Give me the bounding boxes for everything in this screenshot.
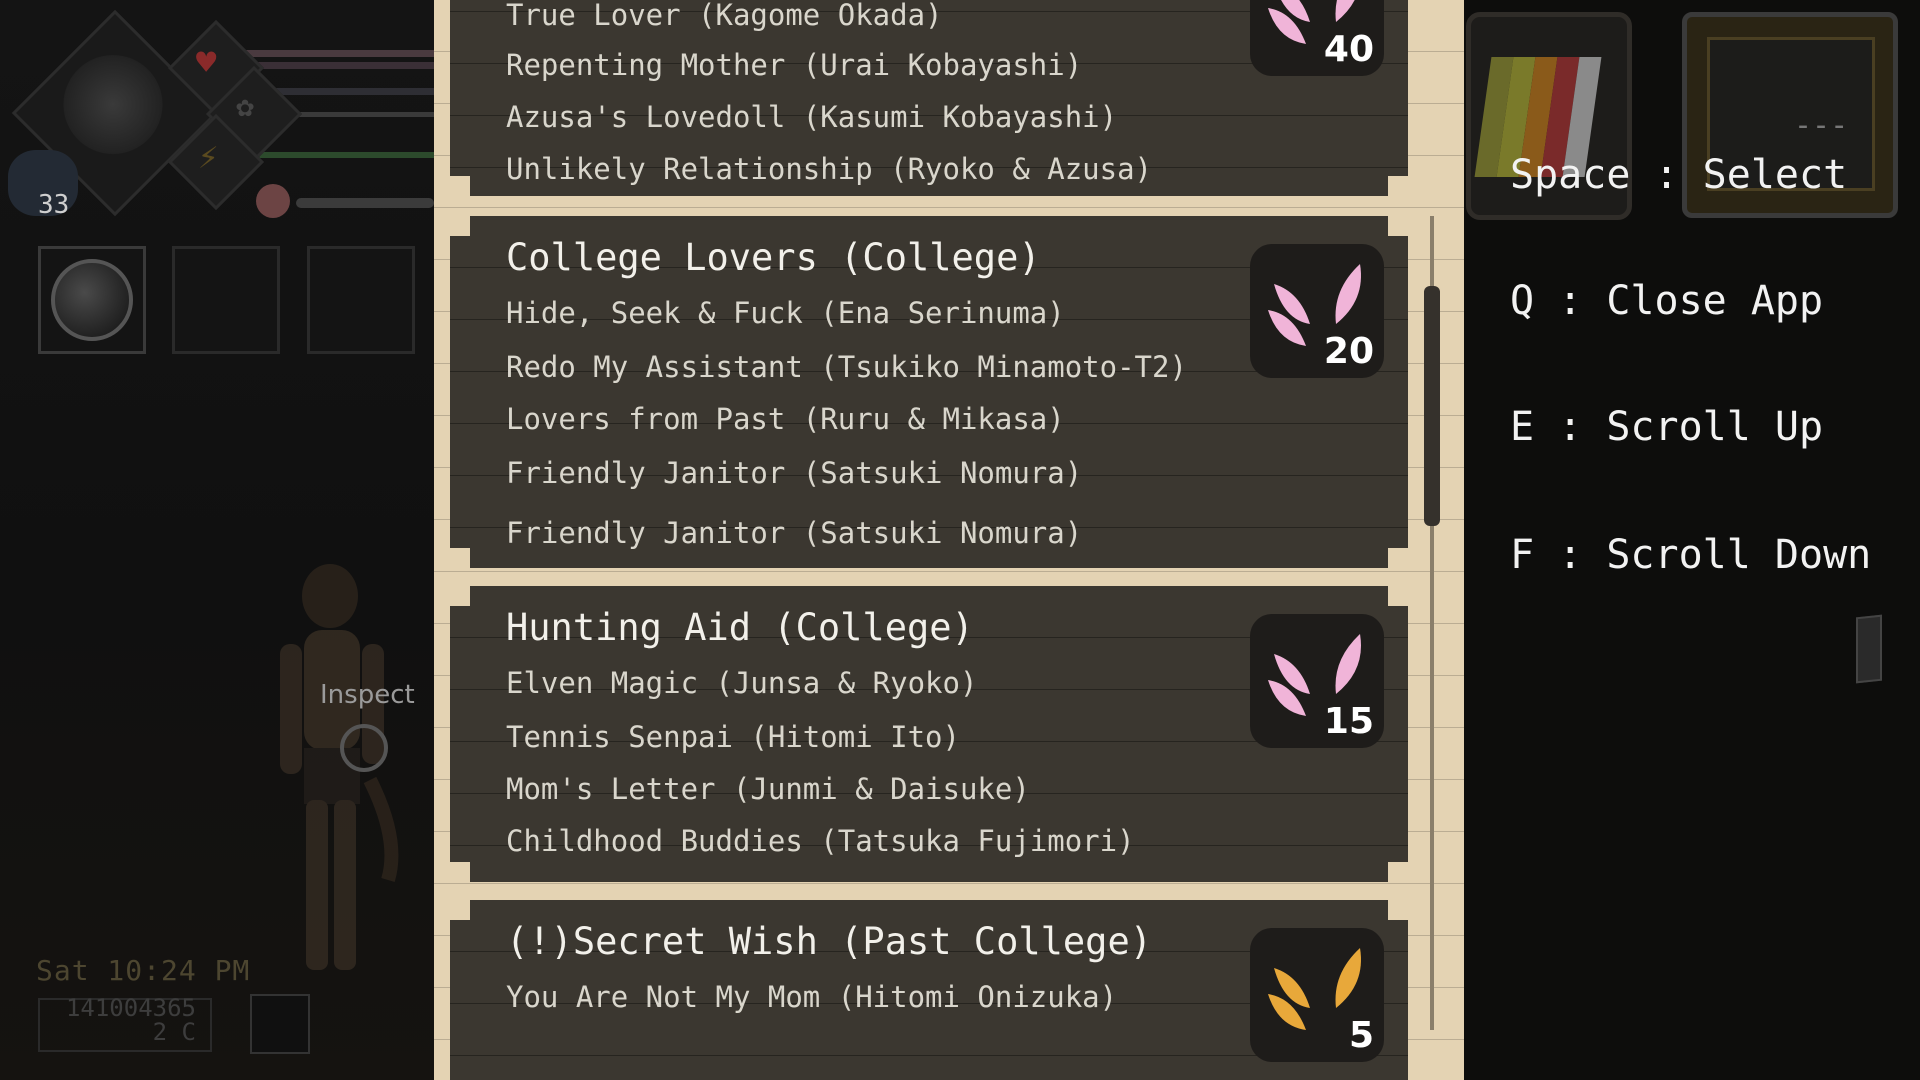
- experience-bar: [240, 152, 434, 158]
- quest-group-title: (!)Secret Wish (Past College): [506, 920, 1153, 963]
- inspect-icon: [340, 724, 388, 772]
- reward-count: 40: [1323, 29, 1374, 70]
- quest-group-title: Hunting Aid (College): [506, 606, 974, 649]
- quest-entry[interactable]: Redo My Assistant (Tsukiko Minamoto-T2): [506, 350, 1187, 384]
- heart-icon: ♥: [196, 43, 217, 83]
- quest-entry[interactable]: Azusa's Lovedoll (Kasumi Kobayashi): [506, 100, 1117, 134]
- quest-entry[interactable]: Hide, Seek & Fuck (Ena Serinuma): [506, 296, 1065, 330]
- quest-entry[interactable]: Childhood Buddies (Tatsuka Fujimori): [506, 824, 1135, 858]
- quest-card-hunting-aid[interactable]: Hunting Aid (College) Elven Magic (Junsa…: [450, 586, 1408, 882]
- reward-badge: 40: [1250, 0, 1384, 76]
- quest-entry[interactable]: Tennis Senpai (Hitomi Ito): [506, 720, 960, 754]
- lightning-icon: ⚡: [198, 137, 219, 177]
- quest-entry[interactable]: Friendly Janitor (Satsuki Nomura): [506, 456, 1082, 490]
- reward-count: 20: [1323, 331, 1374, 372]
- quest-entry[interactable]: Lovers from Past (Ruru & Mikasa): [506, 402, 1065, 436]
- scroll-down-key-hint: F : Scroll Down: [1510, 532, 1872, 578]
- item-slot-1[interactable]: [38, 246, 146, 354]
- quest-entry[interactable]: True Lover (Kagome Okada): [506, 0, 943, 32]
- player-avatar: [58, 55, 168, 165]
- quest-list-panel: True Lover (Kagome Okada) Repenting Moth…: [434, 0, 1464, 1080]
- reward-badge: 20: [1250, 244, 1384, 378]
- quest-entry[interactable]: Mom's Letter (Junmi & Daisuke): [506, 772, 1030, 806]
- player-hud: ♥ ✿ ⚡ 33 Inspect Sat 10:24 PM 141004365 …: [0, 0, 434, 1080]
- reward-count: 15: [1323, 701, 1374, 742]
- quick-slot[interactable]: [250, 994, 310, 1054]
- orb-item-icon: [51, 259, 133, 341]
- reward-count: 5: [1348, 1015, 1374, 1056]
- item-slot-3[interactable]: [307, 246, 415, 354]
- money-amount: 141004365: [65, 994, 196, 1022]
- scroll-up-key-hint: E : Scroll Up: [1510, 404, 1824, 450]
- quest-entry[interactable]: Friendly Janitor (Satsuki Nomura): [506, 516, 1082, 550]
- phone-screen-text: ---: [1794, 108, 1849, 143]
- currency-amount: 2 C: [152, 1018, 196, 1046]
- item-slot-2[interactable]: [172, 246, 280, 354]
- quest-card-secret-wish[interactable]: (!)Secret Wish (Past College) You Are No…: [450, 900, 1408, 1080]
- heroine-bar: [296, 198, 434, 208]
- reward-badge: 15: [1250, 614, 1384, 748]
- quest-card-college-lovers[interactable]: College Lovers (College) Hide, Seek & Fu…: [450, 216, 1408, 568]
- player-character-sprite: [280, 564, 399, 970]
- quest-group-title: College Lovers (College): [506, 236, 1041, 279]
- quest-entry[interactable]: Repenting Mother (Urai Kobayashi): [506, 48, 1082, 82]
- side-tab-handle[interactable]: [1856, 614, 1882, 684]
- health-bar: [240, 50, 434, 57]
- quest-entry[interactable]: Elven Magic (Junsa & Ryoko): [506, 666, 977, 700]
- quest-card-true-lover[interactable]: True Lover (Kagome Okada) Repenting Moth…: [450, 0, 1408, 196]
- scrollbar-thumb[interactable]: [1424, 286, 1440, 526]
- inspect-prompt[interactable]: Inspect: [320, 680, 415, 710]
- money-display: 141004365 2 C: [34, 996, 196, 1044]
- heroine-avatar-icon: [256, 184, 290, 218]
- lust-bar: [240, 62, 434, 69]
- player-level: 33: [38, 190, 70, 220]
- quest-entry[interactable]: Unlikely Relationship (Ryoko & Azusa): [506, 152, 1152, 186]
- reward-badge: 5: [1250, 928, 1384, 1062]
- game-clock: Sat 10:24 PM: [36, 954, 251, 987]
- paw-icon: ✿: [236, 89, 255, 124]
- select-key-hint: Space : Select: [1510, 152, 1848, 198]
- quest-entry[interactable]: You Are Not My Mom (Hitomi Onizuka): [506, 980, 1117, 1014]
- close-app-key-hint: Q : Close App: [1510, 278, 1824, 324]
